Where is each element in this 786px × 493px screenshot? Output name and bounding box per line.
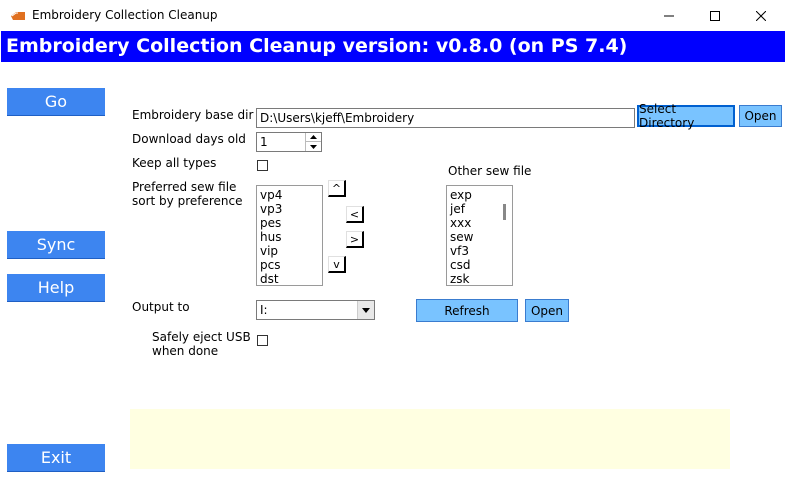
move-down-button[interactable]: v xyxy=(328,256,346,273)
list-item[interactable]: exp xyxy=(447,188,512,202)
list-item[interactable]: csd xyxy=(447,258,512,272)
output-select-value: I: xyxy=(260,303,268,317)
preferred-label-line1: Preferred sew file xyxy=(132,180,237,194)
list-item[interactable]: zsk xyxy=(447,272,512,285)
list-item[interactable]: vp3 xyxy=(257,202,322,216)
eject-label-line1: Safely eject USB xyxy=(152,330,251,344)
keep-all-types-checkbox[interactable] xyxy=(257,160,268,171)
title-bar: Embroidery Collection Cleanup xyxy=(0,0,786,31)
open-output-button[interactable]: Open xyxy=(525,299,569,322)
eject-label-line2: when done xyxy=(152,344,219,358)
refresh-button[interactable]: Refresh xyxy=(416,299,518,322)
download-days-value: 1 xyxy=(260,135,268,149)
list-item[interactable]: vp4 xyxy=(257,188,322,202)
list-item[interactable]: pes xyxy=(257,216,322,230)
other-listbox[interactable]: exp jef xxx sew vf3 csd zsk xyxy=(446,185,513,286)
list-item[interactable]: dst xyxy=(257,272,322,285)
keep-all-types-label: Keep all types xyxy=(132,156,217,170)
exit-button[interactable]: Exit xyxy=(7,444,105,472)
move-left-button[interactable]: < xyxy=(346,206,364,223)
move-up-button[interactable]: ^ xyxy=(328,180,346,197)
list-item[interactable]: sew xyxy=(447,230,512,244)
base-dir-input[interactable]: D:\Users\kjeff\Embroidery xyxy=(256,108,635,128)
safely-eject-checkbox[interactable] xyxy=(257,335,268,346)
preferred-label-line2: sort by preference xyxy=(132,194,243,208)
status-area xyxy=(130,409,730,469)
go-button[interactable]: Go xyxy=(7,88,105,116)
list-item[interactable]: hus xyxy=(257,230,322,244)
base-dir-label: Embroidery base dir xyxy=(132,108,254,122)
sync-button[interactable]: Sync xyxy=(7,231,105,259)
app-icon xyxy=(11,12,25,20)
preferred-listbox[interactable]: vp4 vp3 pes hus vip pcs dst xyxy=(256,185,323,286)
close-icon xyxy=(756,10,766,21)
spin-up-icon[interactable] xyxy=(306,133,321,142)
version-banner: Embroidery Collection Cleanup version: v… xyxy=(1,31,785,62)
move-right-button[interactable]: > xyxy=(346,231,364,248)
list-item[interactable]: vip xyxy=(257,244,322,258)
open-base-dir-button[interactable]: Open xyxy=(739,105,782,127)
maximize-icon xyxy=(710,10,720,21)
download-days-label: Download days old xyxy=(132,132,246,146)
chevron-down-icon[interactable] xyxy=(357,301,374,319)
maximize-button[interactable] xyxy=(692,0,738,31)
download-days-spinner[interactable] xyxy=(305,133,321,151)
close-button[interactable] xyxy=(738,0,784,31)
other-listbox-scrollbar[interactable] xyxy=(503,204,506,220)
list-item[interactable]: vf3 xyxy=(447,244,512,258)
spin-down-icon[interactable] xyxy=(306,142,321,151)
other-sew-label: Other sew file xyxy=(448,164,532,178)
select-directory-button[interactable]: Select Directory xyxy=(637,102,735,130)
help-button[interactable]: Help xyxy=(7,274,105,302)
minimize-button[interactable] xyxy=(646,0,692,31)
list-item[interactable]: pcs xyxy=(257,258,322,272)
minimize-icon xyxy=(664,15,674,16)
output-to-label: Output to xyxy=(132,300,190,314)
window-title: Embroidery Collection Cleanup xyxy=(32,8,218,22)
